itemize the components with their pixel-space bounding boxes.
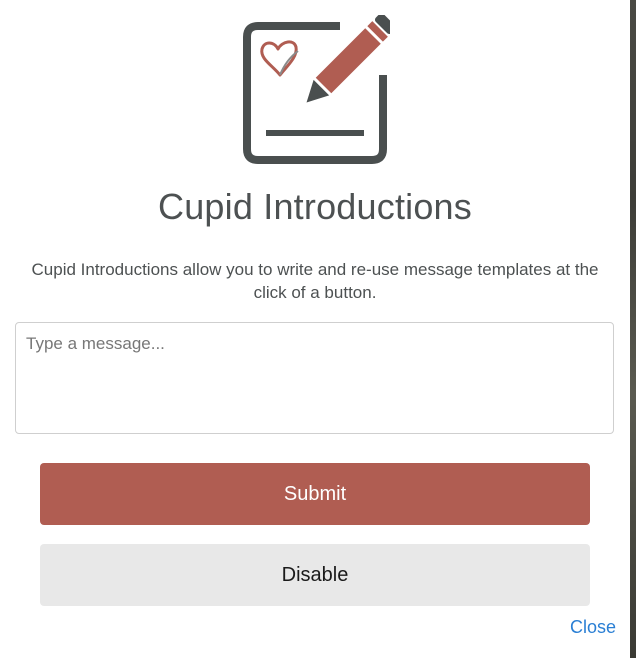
dialog-description: Cupid Introductions allow you to write a… <box>31 260 599 302</box>
disable-button[interactable]: Disable <box>40 544 590 606</box>
cupid-introductions-dialog: Cupid Introductions Cupid Introductions … <box>0 0 636 658</box>
submit-button[interactable]: Submit <box>40 463 590 525</box>
edit-note-heart-icon <box>240 13 396 165</box>
background-edge <box>630 0 636 658</box>
close-link[interactable]: Close <box>570 617 616 638</box>
message-input[interactable] <box>15 322 614 434</box>
dialog-title: Cupid Introductions <box>158 186 472 227</box>
